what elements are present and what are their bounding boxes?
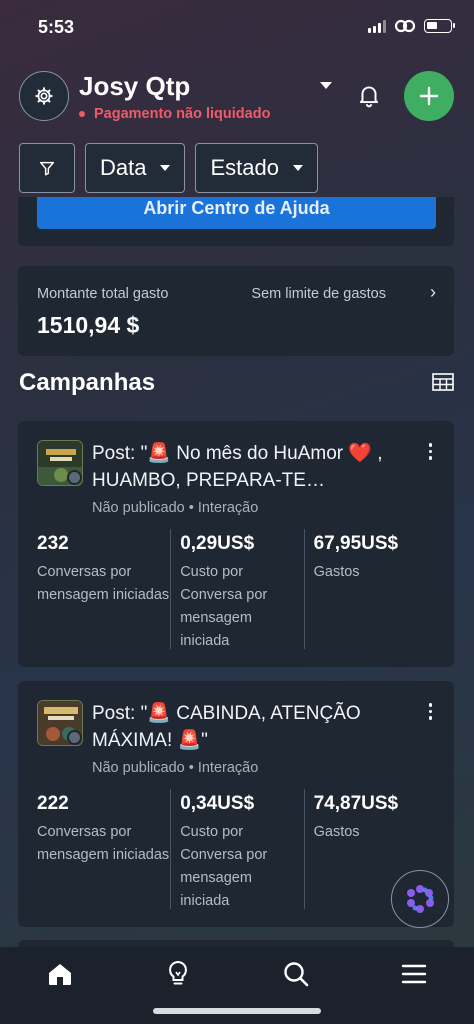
status-icons xyxy=(368,19,455,33)
help-card: Abrir Centro de Ajuda xyxy=(18,197,454,246)
metric-value: 74,87US$ xyxy=(313,793,399,814)
funnel-icon xyxy=(39,161,55,176)
spend-label: Montante total gasto xyxy=(37,286,169,302)
campaign-meta: Não publicado • Interação xyxy=(92,500,259,516)
table-icon xyxy=(432,373,454,391)
metric-label: Conversas por mensagem iniciadas xyxy=(37,564,170,603)
tab-insights[interactable] xyxy=(163,959,193,989)
spend-summary-card[interactable]: Montante total gasto Sem limite de gasto… xyxy=(18,266,454,356)
account-status: Pagamento não liquidado xyxy=(79,106,270,122)
plus-icon xyxy=(419,86,439,106)
metric-cost: 0,29US$ Custo por Conversa por mensagem … xyxy=(170,529,303,649)
status-dot xyxy=(67,730,82,745)
campaign-title[interactable]: Post: "🚨 No mês do HuAmor ❤️ , HUAMBO, P… xyxy=(92,440,412,494)
metric-label: Custo por Conversa por mensagem iniciada xyxy=(180,564,268,649)
metric-value: 67,95US$ xyxy=(313,533,399,554)
filter-button[interactable] xyxy=(19,143,75,193)
metric-conversations: 232 Conversas por mensagem iniciadas xyxy=(37,529,170,649)
metric-label: Custo por Conversa por mensagem iniciada xyxy=(180,824,268,909)
spend-value: 1510,94 $ xyxy=(37,312,140,338)
kebab-icon[interactable] xyxy=(428,443,432,460)
status-time: 5:53 xyxy=(38,17,75,37)
campaign-title[interactable]: Post: "🚨 CABINDA, ATENÇÃO MÁXIMA! 🚨" xyxy=(92,700,412,754)
campaign-metrics: 232 Conversas por mensagem iniciadas 0,2… xyxy=(37,529,437,649)
table-view-button[interactable] xyxy=(432,373,454,396)
gear-icon xyxy=(35,87,53,105)
battery-icon xyxy=(424,19,455,33)
filter-bar: Data Estado xyxy=(19,143,318,193)
metric-cost: 0,34US$ Custo por Conversa por mensagem … xyxy=(170,789,303,909)
metric-value: 0,34US$ xyxy=(180,793,255,814)
status-bar: 5:53 xyxy=(0,0,474,56)
lightbulb-icon xyxy=(169,960,187,985)
signal-icon xyxy=(368,19,386,33)
metric-label: Conversas por mensagem iniciadas xyxy=(37,824,170,863)
campaign-card[interactable]: Post: "🚨 CABINDA, ATENÇÃO MÁXIMA! 🚨" Não… xyxy=(18,681,454,927)
metric-value: 222 xyxy=(37,793,69,814)
metric-value: 232 xyxy=(37,533,69,554)
account-name[interactable]: Josy Qtp xyxy=(79,71,190,102)
date-filter-label: Data xyxy=(100,155,147,180)
state-filter[interactable]: Estado xyxy=(195,143,318,193)
notifications-button[interactable] xyxy=(356,82,382,113)
tab-search[interactable] xyxy=(281,959,311,989)
metric-label: Gastos xyxy=(313,824,360,840)
state-filter-label: Estado xyxy=(210,155,279,180)
home-icon xyxy=(49,964,71,985)
campaign-metrics: 222 Conversas por mensagem iniciadas 0,3… xyxy=(37,789,437,909)
date-filter[interactable]: Data xyxy=(85,143,186,193)
add-button[interactable] xyxy=(404,71,454,121)
header: Josy Qtp Pagamento não liquidado xyxy=(0,60,474,140)
metric-value: 0,29US$ xyxy=(180,533,255,554)
link-icon xyxy=(394,19,416,33)
campaign-card[interactable]: Post: "🚨 No mês do HuAmor ❤️ , HUAMBO, P… xyxy=(18,421,454,667)
help-center-button[interactable]: Abrir Centro de Ajuda xyxy=(37,197,436,229)
status-dot xyxy=(67,470,82,485)
home-indicator xyxy=(153,1008,321,1014)
account-status-text: Pagamento não liquidado xyxy=(94,106,271,122)
tab-menu[interactable] xyxy=(399,959,429,989)
metric-conversations: 222 Conversas por mensagem iniciadas xyxy=(37,789,170,909)
chevron-down-icon[interactable] xyxy=(320,82,332,89)
flower-icon xyxy=(407,885,434,913)
section-title: Campanhas xyxy=(19,369,156,396)
menu-icon xyxy=(401,964,427,984)
metric-spend: 67,95US$ Gastos xyxy=(303,529,437,649)
kebab-icon[interactable] xyxy=(428,703,432,720)
chevron-down-icon xyxy=(292,165,303,171)
settings-button[interactable] xyxy=(19,71,69,121)
bell-icon xyxy=(359,86,379,108)
chevron-right-icon: › xyxy=(430,282,436,302)
campaign-meta: Não publicado • Interação xyxy=(92,760,259,776)
metric-label: Gastos xyxy=(313,564,360,580)
content-scroll[interactable]: Abrir Centro de Ajuda Montante total gas… xyxy=(0,197,474,947)
tab-home[interactable] xyxy=(45,959,75,989)
chevron-down-icon xyxy=(160,165,171,171)
search-icon xyxy=(284,962,309,987)
assistant-button[interactable] xyxy=(391,870,449,928)
status-dot xyxy=(79,111,85,117)
spend-limit-label: Sem limite de gastos xyxy=(251,286,386,302)
